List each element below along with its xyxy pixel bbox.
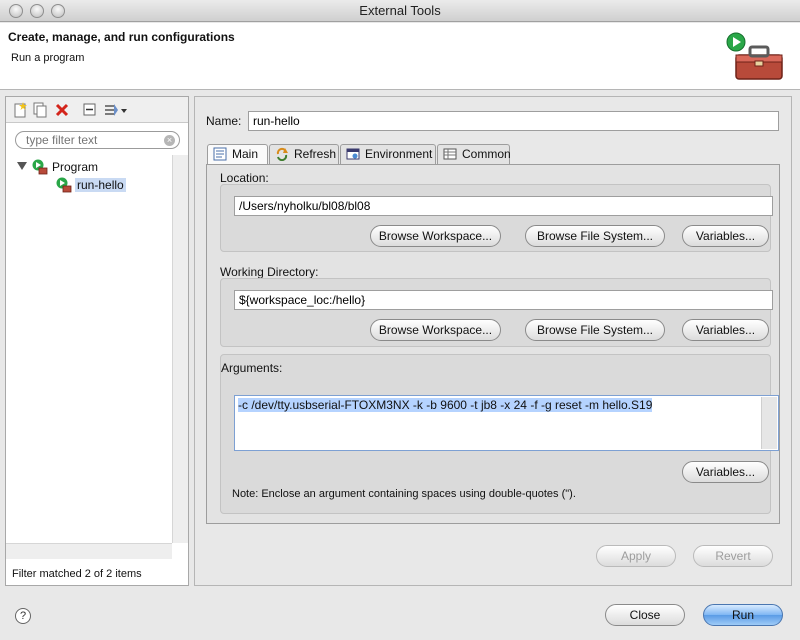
location-group: Browse Workspace... Browse File System..…	[220, 184, 773, 252]
location-label: Location:	[220, 171, 269, 185]
wd-browse-file-system-button[interactable]: Browse File System...	[525, 319, 665, 341]
main-tab-icon	[213, 147, 227, 161]
tree-item-label: run-hello	[75, 178, 126, 192]
dialog-header: Create, manage, and run configurations R…	[0, 23, 800, 90]
program-config-icon	[56, 177, 72, 193]
tab-refresh[interactable]: Refresh	[269, 144, 339, 164]
location-variables-button[interactable]: Variables...	[682, 225, 769, 247]
location-browse-workspace-button[interactable]: Browse Workspace...	[370, 225, 501, 247]
filter-field[interactable]: ×	[15, 131, 180, 149]
arguments-note: Note: Enclose an argument containing spa…	[232, 488, 576, 500]
tab-common[interactable]: Common	[437, 144, 511, 164]
help-icon[interactable]: ?	[15, 608, 31, 624]
wd-variables-button[interactable]: Variables...	[682, 319, 769, 341]
tab-common-label: Common	[462, 147, 511, 161]
environment-icon	[346, 148, 360, 160]
toolbox-run-icon	[726, 32, 783, 80]
tab-refresh-label: Refresh	[294, 147, 337, 161]
arguments-textarea[interactable]: -c /dev/tty.usbserial-FTOXM3NX -k -b 960…	[234, 395, 779, 451]
arguments-group: Arguments: -c /dev/tty.usbserial-FTOXM3N…	[220, 354, 779, 514]
main-tab-body: Location: Browse Workspace... Browse Fil…	[206, 164, 780, 524]
arguments-label: Arguments:	[221, 361, 283, 375]
location-browse-file-system-button[interactable]: Browse File System...	[525, 225, 665, 247]
duplicate-icon[interactable]	[32, 102, 48, 118]
common-icon	[443, 148, 457, 160]
arguments-value: -c /dev/tty.usbserial-FTOXM3NX -k -b 960…	[238, 398, 653, 412]
horizontal-scrollbar[interactable]	[6, 543, 172, 559]
delete-icon[interactable]	[54, 102, 70, 118]
arguments-scrollbar[interactable]	[761, 397, 777, 449]
run-button[interactable]: Run	[703, 604, 783, 626]
dialog-subtitle: Run a program	[11, 52, 85, 64]
tab-main[interactable]: Main	[207, 144, 268, 165]
tab-main-label: Main	[232, 147, 259, 161]
working-directory-label: Working Directory:	[220, 265, 319, 279]
tree-item-program[interactable]: Program	[52, 160, 98, 176]
tab-environment-label: Environment	[365, 147, 433, 161]
new-config-icon[interactable]	[12, 102, 28, 118]
location-field[interactable]	[234, 196, 773, 216]
working-directory-group: Browse Workspace... Browse File System..…	[220, 278, 773, 347]
configuration-list-panel: × Program run-hello Filter matched 2 of …	[5, 96, 189, 586]
configuration-editor: Name: Main Refresh Environment Common Lo…	[194, 96, 792, 586]
vertical-scrollbar[interactable]	[172, 155, 188, 543]
filter-input[interactable]	[26, 133, 161, 147]
arguments-text: -c /dev/tty.usbserial-FTOXM3NX -k -b 960…	[236, 397, 760, 449]
apply-button[interactable]: Apply	[596, 545, 676, 567]
filter-status: Filter matched 2 of 2 items	[12, 568, 142, 580]
filter-icon[interactable]	[103, 102, 127, 118]
revert-button[interactable]: Revert	[693, 545, 773, 567]
expand-triangle-icon[interactable]	[17, 162, 27, 170]
wd-browse-workspace-button[interactable]: Browse Workspace...	[370, 319, 501, 341]
program-icon	[32, 159, 48, 175]
collapse-all-icon[interactable]	[82, 102, 98, 118]
tree-item-run-hello[interactable]: run-hello	[75, 178, 126, 194]
refresh-icon	[276, 147, 288, 161]
configuration-toolbar	[6, 97, 188, 123]
working-directory-field[interactable]	[234, 290, 773, 310]
name-label: Name:	[206, 114, 242, 128]
name-field[interactable]	[248, 111, 779, 131]
window-title-bar: External Tools	[0, 0, 800, 22]
dialog-title: Create, manage, and run configurations	[8, 30, 235, 44]
tab-environment[interactable]: Environment	[340, 144, 436, 164]
window-title: External Tools	[359, 3, 441, 18]
clear-filter-icon[interactable]: ×	[164, 135, 175, 146]
arguments-variables-button[interactable]: Variables...	[682, 461, 769, 483]
close-button[interactable]: Close	[605, 604, 685, 626]
